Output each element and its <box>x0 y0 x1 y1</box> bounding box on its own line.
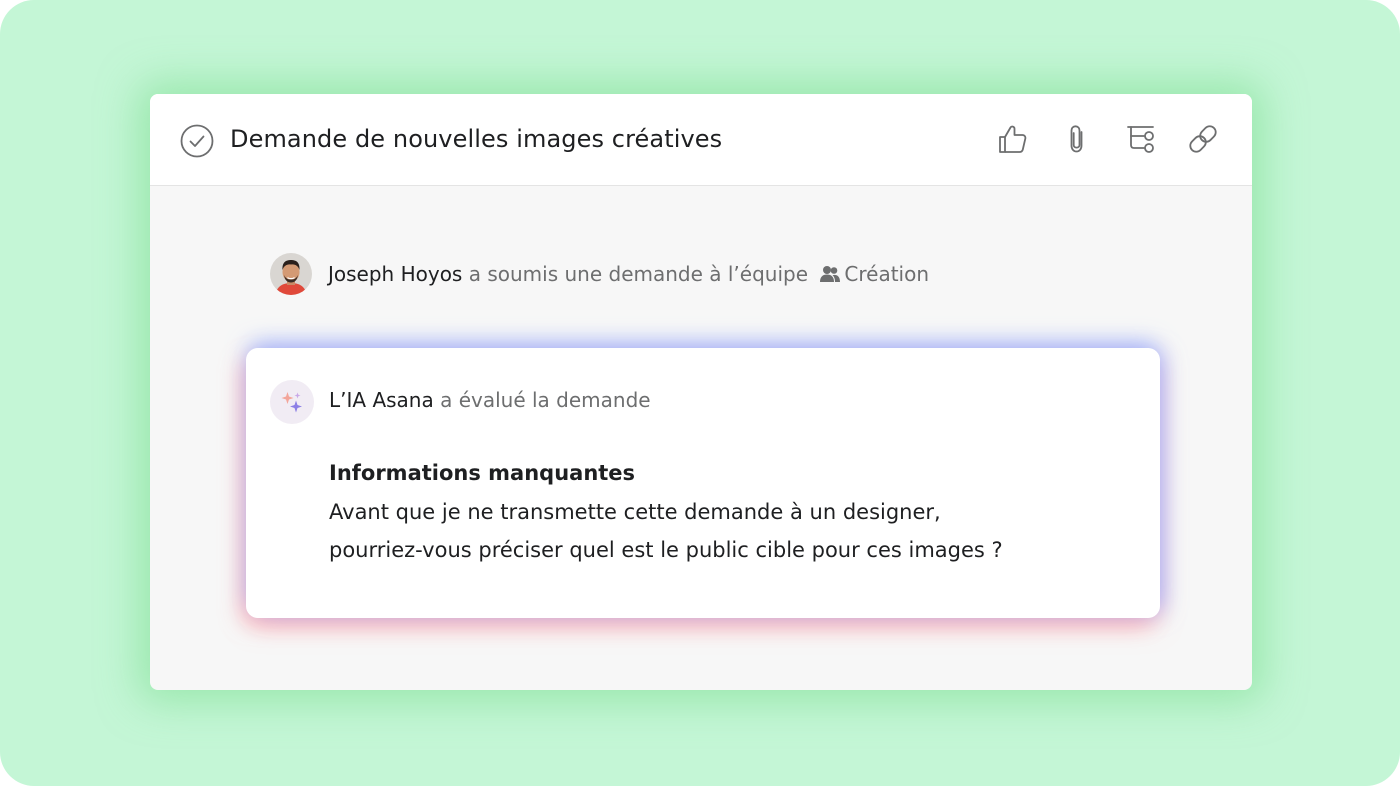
ai-avatar <box>270 380 314 424</box>
link-icon[interactable] <box>1186 122 1220 156</box>
task-panel: Demande de nouvelles images créatives Jo… <box>150 94 1252 690</box>
check-circle-icon[interactable] <box>180 124 214 158</box>
subtask-icon[interactable] <box>1124 122 1158 156</box>
thumbs-up-icon[interactable] <box>996 122 1030 156</box>
task-title[interactable]: Demande de nouvelles images créatives <box>230 125 722 153</box>
avatar[interactable] <box>270 253 312 295</box>
submission-text: Joseph Hoyos a soumis une demande à l’éq… <box>328 262 929 286</box>
ai-header: L’IA Asana a évalué la demande <box>329 388 651 412</box>
paperclip-icon[interactable] <box>1060 122 1094 156</box>
sparkle-icon <box>281 392 302 413</box>
ai-action: a évalué la demande <box>440 388 651 412</box>
ai-author: L’IA Asana <box>329 388 434 412</box>
ai-message-line: Avant que je ne transmette cette demande… <box>329 499 941 524</box>
task-header: Demande de nouvelles images créatives <box>150 94 1252 186</box>
ai-evaluation-card: L’IA Asana a évalué la demande Informati… <box>246 348 1160 618</box>
user-name[interactable]: Joseph Hoyos <box>328 262 462 286</box>
ai-message: Informations manquantes Avant que je ne … <box>329 454 1003 570</box>
submission-action: a soumis une demande à l’équipe <box>468 262 809 286</box>
team-name[interactable]: Création <box>844 262 929 286</box>
ai-message-line: pourriez-vous préciser quel est le publi… <box>329 538 1003 562</box>
team-icon <box>820 266 841 282</box>
ai-message-heading: Informations manquantes <box>329 461 636 485</box>
submission-row: Joseph Hoyos a soumis une demande à l’éq… <box>270 252 929 296</box>
